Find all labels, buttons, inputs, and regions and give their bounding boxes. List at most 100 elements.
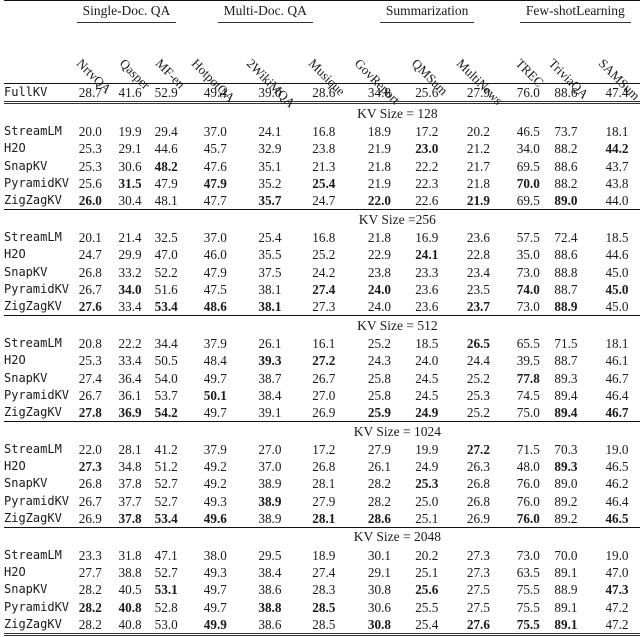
score-cell: 49.2 xyxy=(203,459,227,475)
method-name: ZigZagKV xyxy=(4,193,62,208)
score-cell: 20.0 xyxy=(78,124,102,140)
score-cell: 48.2 xyxy=(154,158,178,174)
method-name: SnapKV xyxy=(4,264,48,279)
score-cell: 24.7 xyxy=(312,193,336,209)
method-name: ZigZagKV xyxy=(4,404,62,419)
score-cell: 70.3 xyxy=(554,442,578,458)
score-cell: 33.4 xyxy=(118,353,142,369)
score-cell: 25.2 xyxy=(367,336,391,352)
table-row: ZigZagKV 27.6 33.4 53.4 48.6 38.1 27.3 24.0 23.6… xyxy=(4,298,640,316)
score-cell: 46.5 xyxy=(605,459,629,475)
score-cell: 71.5 xyxy=(554,336,578,352)
method-name: StreamLM xyxy=(4,442,62,457)
score-cell: 30.8 xyxy=(367,616,391,632)
score-cell: 25.3 xyxy=(415,476,439,492)
score-cell: 47.0 xyxy=(154,247,178,263)
score-cell: 27.0 xyxy=(312,387,336,403)
score-cell: 48.6 xyxy=(203,298,227,314)
score-cell: 40.5 xyxy=(118,582,142,598)
score-cell: 27.0 xyxy=(258,442,282,458)
score-cell: 22.9 xyxy=(367,247,391,263)
score-cell: 19.0 xyxy=(605,548,629,564)
kv-size-label: KV Size = 128 xyxy=(357,105,438,121)
score-cell: 26.7 xyxy=(78,493,102,509)
score-cell: 48.1 xyxy=(154,193,178,209)
task-group-label: Multi-Doc. QA xyxy=(217,3,313,23)
score-cell: 72.4 xyxy=(554,230,578,246)
method-name: SnapKV xyxy=(4,158,48,173)
score-cell: 36.4 xyxy=(118,370,142,386)
score-cell: 35.5 xyxy=(258,247,282,263)
score-cell: 89.4 xyxy=(554,404,578,420)
score-cell: 53.7 xyxy=(154,387,178,403)
task-group-label: Single-Doc. QA xyxy=(76,3,177,23)
score-cell: 38.0 xyxy=(203,548,227,564)
score-cell: 16.1 xyxy=(312,336,336,352)
score-cell: 35.0 xyxy=(516,247,540,263)
score-cell: 47.9 xyxy=(203,175,227,191)
score-cell: 25.5 xyxy=(415,599,439,615)
score-cell: 26.8 xyxy=(78,264,102,280)
method-name: StreamLM xyxy=(4,230,62,245)
table-row: SnapKV 25.3 30.6 48.2 47.6 35.1 21.3 21.8 22.2 21… xyxy=(4,158,640,175)
score-cell: 24.9 xyxy=(415,404,439,420)
score-cell: 44.6 xyxy=(154,141,178,157)
score-cell: 89.1 xyxy=(554,565,578,581)
score-cell: 32.5 xyxy=(154,230,178,246)
method-name: SnapKV xyxy=(4,582,48,597)
table-row: SnapKV 28.2 40.5 53.1 49.7 38.6 28.3 30.8 25.6 27… xyxy=(4,581,640,598)
score-cell: 26.9 xyxy=(312,404,336,420)
score-cell: 76.0 xyxy=(516,510,540,526)
score-cell: 25.6 xyxy=(415,582,439,598)
score-cell: 27.4 xyxy=(78,370,102,386)
score-cell: 23.0 xyxy=(415,141,439,157)
score-cell: 24.3 xyxy=(367,353,391,369)
score-cell: 26.1 xyxy=(367,459,391,475)
score-cell: 34.8 xyxy=(118,459,142,475)
score-cell: 89.1 xyxy=(554,616,578,632)
score-cell: 38.4 xyxy=(258,387,282,403)
score-cell: 49.2 xyxy=(203,476,227,492)
score-cell: 49.7 xyxy=(203,370,227,386)
score-cell: 34.4 xyxy=(154,336,178,352)
score-cell: 49.3 xyxy=(203,493,227,509)
score-cell: 20.2 xyxy=(466,124,490,140)
dataset-column-header: 2WikiMQA xyxy=(239,25,301,111)
score-cell: 47.0 xyxy=(605,565,629,581)
score-cell: 39.1 xyxy=(258,404,282,420)
score-cell: 51.6 xyxy=(154,281,178,297)
table-row: StreamLM 23.3 31.8 47.1 38.0 29.5 18.9 30.1 20.2… xyxy=(4,547,640,564)
score-cell: 47.6 xyxy=(203,158,227,174)
score-cell: 25.9 xyxy=(367,404,391,420)
score-cell: 23.8 xyxy=(312,141,336,157)
score-cell: 37.8 xyxy=(118,476,142,492)
score-cell: 39.5 xyxy=(516,353,540,369)
score-cell: 26.5 xyxy=(466,336,490,352)
score-cell: 44.2 xyxy=(605,141,629,157)
score-cell: 21.7 xyxy=(466,158,490,174)
score-cell: 49.7 xyxy=(203,404,227,420)
score-cell: 34.0 xyxy=(118,281,142,297)
score-cell: 45.7 xyxy=(203,141,227,157)
score-cell: 27.5 xyxy=(466,599,490,615)
score-cell: 28.2 xyxy=(78,599,102,615)
score-cell: 20.8 xyxy=(78,336,102,352)
score-cell: 22.8 xyxy=(466,247,490,263)
score-cell: 40.8 xyxy=(118,616,142,632)
score-cell: 46.2 xyxy=(605,476,629,492)
score-cell: 17.2 xyxy=(312,442,336,458)
score-cell: 52.7 xyxy=(154,476,178,492)
score-cell: 23.7 xyxy=(466,298,490,314)
score-cell: 24.2 xyxy=(312,264,336,280)
score-cell: 24.0 xyxy=(367,298,391,314)
task-group-header: Summarization xyxy=(347,1,508,26)
dataset-column-header: TREC xyxy=(508,25,546,90)
method-name: ZigZagKV xyxy=(4,298,62,313)
method-header-blank xyxy=(4,1,69,26)
score-cell: 47.9 xyxy=(154,175,178,191)
score-cell: 57.5 xyxy=(516,230,540,246)
table-row: ZigZagKV 26.9 37.8 53.4 49.6 38.9 28.1 28.6 25.1… xyxy=(4,510,640,528)
score-cell: 29.5 xyxy=(258,548,282,564)
score-cell: 49.3 xyxy=(203,565,227,581)
score-cell: 65.5 xyxy=(516,336,540,352)
